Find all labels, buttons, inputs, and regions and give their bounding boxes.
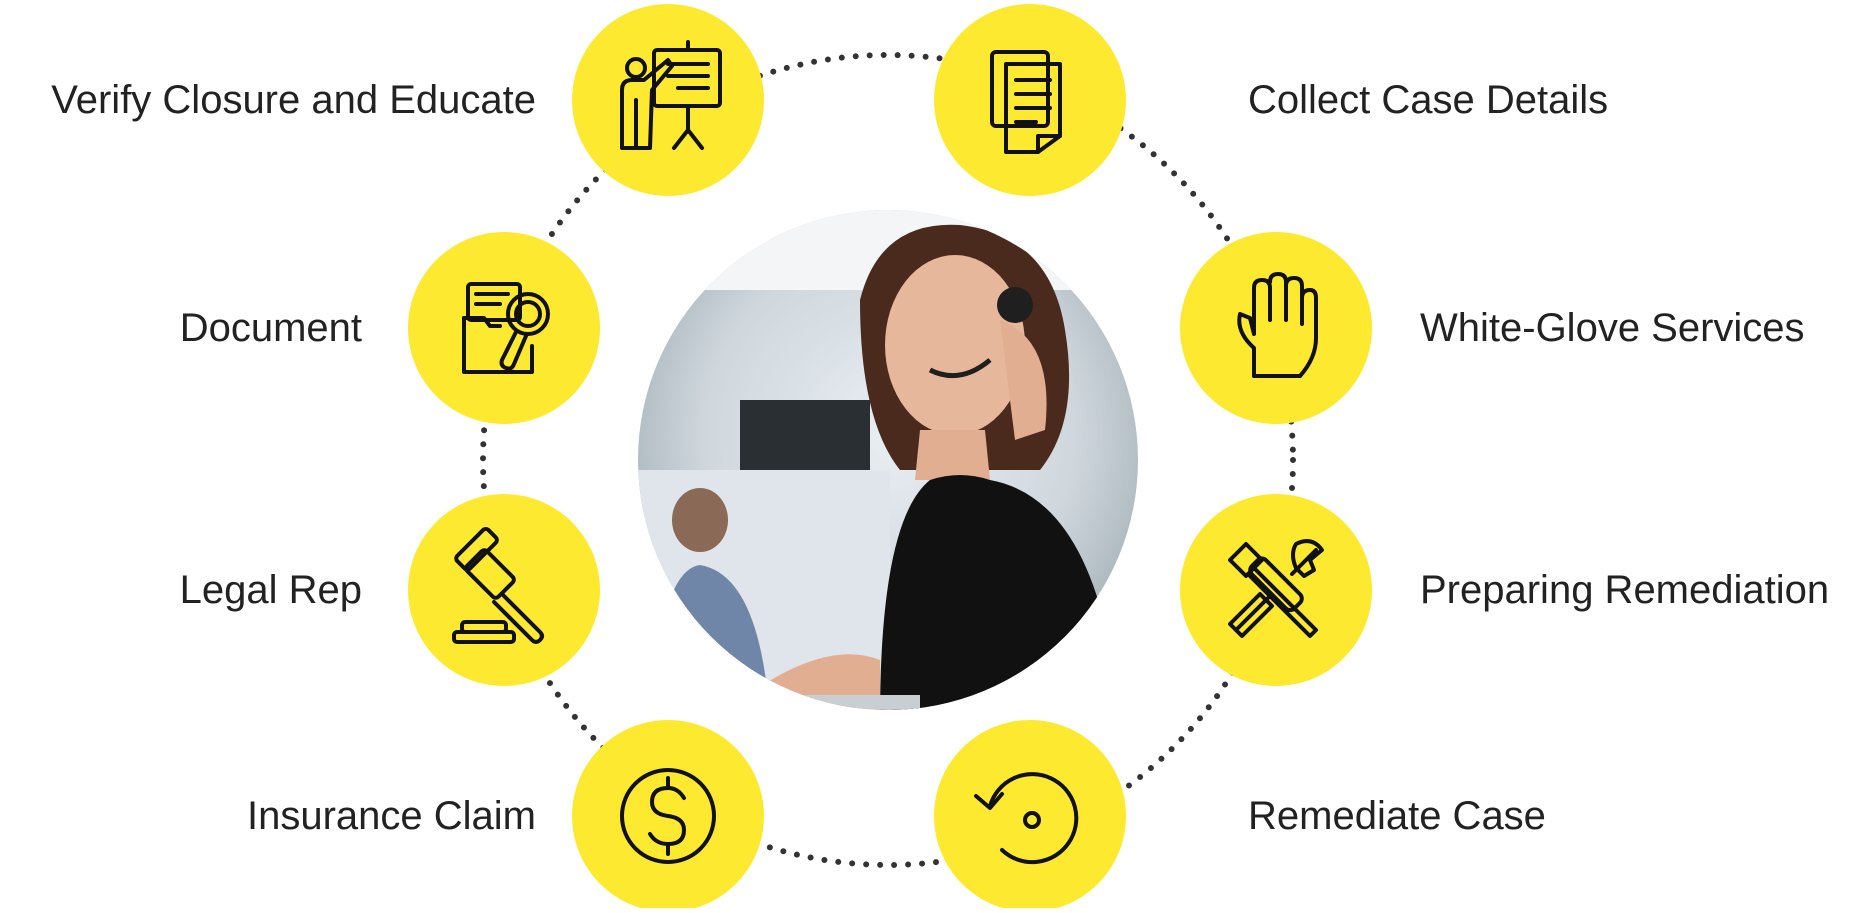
- step-label: White-Glove Services: [1420, 306, 1805, 350]
- step-node-hand: [1180, 232, 1372, 424]
- cycle-graphic: [408, 4, 1372, 912]
- step-node-refresh: [934, 720, 1126, 912]
- step-label: Insurance Claim: [246, 794, 536, 838]
- step-node-documents: [934, 4, 1126, 196]
- step-node-tools: [1180, 494, 1372, 686]
- step-circle: [408, 232, 600, 424]
- step-circle: [1180, 232, 1372, 424]
- step-label: Document: [179, 306, 362, 350]
- step-label: Collect Case Details: [1248, 78, 1609, 122]
- step-node-folder-search: [408, 232, 600, 424]
- step-node-gavel: [408, 494, 600, 686]
- step-label: Legal Rep: [179, 568, 362, 612]
- step-label: Remediate Case: [1248, 794, 1546, 838]
- step-circle: [572, 4, 764, 196]
- step-label: Verify Closure and Educate: [51, 78, 536, 122]
- step-circle: [934, 4, 1126, 196]
- step-label: Preparing Remediation: [1420, 568, 1830, 612]
- step-node-presenter: [572, 4, 764, 196]
- process-cycle-diagram: Collect Case Details White-Glove Services…: [0, 0, 1860, 912]
- step-node-dollar-coin: [572, 720, 764, 912]
- center-photo: [638, 210, 1138, 710]
